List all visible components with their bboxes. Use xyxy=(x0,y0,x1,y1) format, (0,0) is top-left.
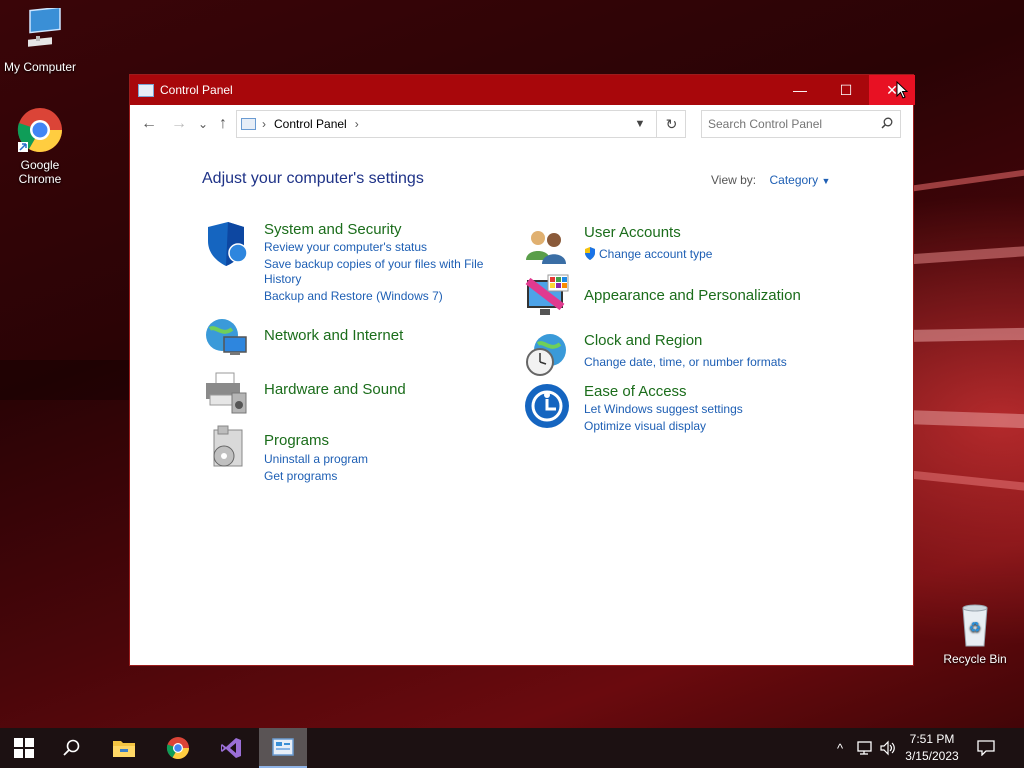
view-by: View by: Category ▼ xyxy=(711,173,830,187)
chrome-icon xyxy=(16,106,64,154)
window-title: Control Panel xyxy=(160,83,233,97)
link-uninstall-program[interactable]: Uninstall a program xyxy=(264,452,368,466)
category-title[interactable]: Hardware and Sound xyxy=(264,381,406,398)
shield-icon xyxy=(204,221,250,267)
computer-icon xyxy=(16,6,64,56)
recent-locations-button[interactable]: ⌄ xyxy=(194,115,212,133)
taskbar-file-explorer[interactable] xyxy=(100,728,148,768)
network-globe-icon xyxy=(204,315,250,361)
visual-studio-icon xyxy=(221,738,241,758)
taskbar-control-panel[interactable] xyxy=(259,728,307,768)
taskbar-chrome[interactable] xyxy=(154,728,202,768)
search-box[interactable] xyxy=(701,110,901,138)
desktop-icon-label: Google Chrome xyxy=(18,158,62,186)
start-button[interactable] xyxy=(0,728,48,768)
minimize-icon: — xyxy=(793,82,807,98)
maximize-button[interactable]: ☐ xyxy=(823,75,869,105)
category-title[interactable]: Programs xyxy=(264,432,329,449)
volume-icon xyxy=(880,740,895,756)
control-panel-icon xyxy=(241,118,256,130)
desktop-icon-label: My Computer xyxy=(3,60,77,74)
clock-time: 7:51 PM xyxy=(909,732,955,746)
chevron-down-icon: ▼ xyxy=(634,118,646,130)
control-panel-icon xyxy=(138,83,154,97)
users-icon xyxy=(524,224,570,270)
monitor-palette-icon xyxy=(524,273,570,319)
ease-of-access-icon xyxy=(524,383,570,429)
back-button[interactable]: ← xyxy=(140,115,158,133)
recycle-bin-icon: ♻ xyxy=(951,600,999,648)
link-optimize-visual-display[interactable]: Optimize visual display xyxy=(584,419,706,433)
back-arrow-icon: ← xyxy=(141,115,157,132)
category-title[interactable]: User Accounts xyxy=(584,224,681,241)
category-title[interactable]: Ease of Access xyxy=(584,383,687,400)
breadcrumb-separator: › xyxy=(262,117,266,131)
control-panel-icon xyxy=(272,738,294,756)
address-dropdown-button[interactable]: ▼ xyxy=(628,110,652,138)
link-save-backup[interactable]: Save backup copies of your files with Fi… xyxy=(264,257,483,271)
link-let-windows-suggest[interactable]: Let Windows suggest settings xyxy=(584,402,743,416)
link-change-date-formats[interactable]: Change date, time, or number formats xyxy=(584,355,787,369)
taskbar-clock[interactable]: 7:51 PM 3/15/2023 xyxy=(896,731,968,765)
search-icon xyxy=(881,117,893,132)
start-icon xyxy=(14,738,34,758)
desktop-icon-label: Recycle Bin xyxy=(943,652,1007,666)
category-title[interactable]: Appearance and Personalization xyxy=(584,287,801,304)
action-center-button[interactable] xyxy=(972,728,1000,768)
category-title[interactable]: Clock and Region xyxy=(584,332,702,349)
breadcrumb-control-panel[interactable]: Control Panel xyxy=(274,117,347,131)
forward-button[interactable]: → xyxy=(170,115,188,133)
clock-globe-icon xyxy=(524,332,570,378)
maximize-icon: ☐ xyxy=(839,81,853,98)
uac-shield-icon xyxy=(584,247,596,260)
clock-date: 3/15/2023 xyxy=(905,749,959,763)
mouse-cursor-icon xyxy=(896,80,909,104)
taskbar-visual-studio[interactable] xyxy=(207,728,255,768)
refresh-icon: ↻ xyxy=(665,115,678,132)
network-tray-button[interactable] xyxy=(854,728,876,768)
category-title[interactable]: System and Security xyxy=(264,221,402,238)
up-arrow-icon: ↑ xyxy=(219,115,227,132)
view-by-dropdown[interactable]: Category ▼ xyxy=(769,173,830,187)
link-review-status[interactable]: Review your computer's status xyxy=(264,240,427,254)
forward-arrow-icon: → xyxy=(171,115,187,132)
svg-text:♻: ♻ xyxy=(969,620,982,636)
chevron-down-icon: ⌄ xyxy=(197,117,209,131)
notification-icon xyxy=(977,740,995,756)
show-hidden-icons-button[interactable]: ^ xyxy=(830,728,850,768)
programs-icon xyxy=(204,424,250,470)
printer-icon xyxy=(204,369,250,415)
link-change-account-type[interactable]: Change account type xyxy=(584,247,712,261)
page-heading: Adjust your computer's settings xyxy=(202,170,424,187)
search-input[interactable] xyxy=(702,116,880,132)
category-title[interactable]: Network and Internet xyxy=(264,327,403,344)
taskbar: ^ 7:51 PM 3/15/2023 xyxy=(0,728,1024,768)
chrome-icon xyxy=(166,737,189,759)
address-bar[interactable]: › Control Panel › xyxy=(236,110,686,138)
network-icon xyxy=(857,741,872,755)
link-get-programs[interactable]: Get programs xyxy=(264,469,337,483)
desktop-icon-recycle-bin[interactable]: ♻ Recycle Bin xyxy=(935,600,1015,666)
title-bar[interactable]: Control Panel — ☐ ✕ xyxy=(130,75,915,105)
search-button[interactable] xyxy=(48,728,96,768)
navigation-bar: ← → ⌄ ↑ › Control Panel › ▼ ↻ xyxy=(130,105,913,143)
chevron-down-icon: ▼ xyxy=(821,176,831,186)
search-icon xyxy=(63,739,80,756)
file-explorer-icon xyxy=(113,741,135,757)
view-by-label: View by: xyxy=(711,173,757,187)
desktop-icon-chrome[interactable]: Google Chrome xyxy=(0,106,80,186)
up-button[interactable]: ↑ xyxy=(214,115,232,133)
minimize-button[interactable]: — xyxy=(777,75,823,105)
close-button[interactable]: ✕ xyxy=(869,75,915,105)
chevron-up-icon: ^ xyxy=(836,740,844,756)
control-panel-window: Control Panel — ☐ ✕ ← → ⌄ ↑ › Control Pa… xyxy=(129,74,915,666)
desktop-icon-my-computer[interactable]: My Computer xyxy=(0,6,80,74)
link-backup-restore[interactable]: Backup and Restore (Windows 7) xyxy=(264,289,443,303)
refresh-button[interactable]: ↻ xyxy=(656,110,686,138)
link-save-backup-cont[interactable]: History xyxy=(264,272,301,286)
breadcrumb-separator[interactable]: › xyxy=(355,117,359,131)
